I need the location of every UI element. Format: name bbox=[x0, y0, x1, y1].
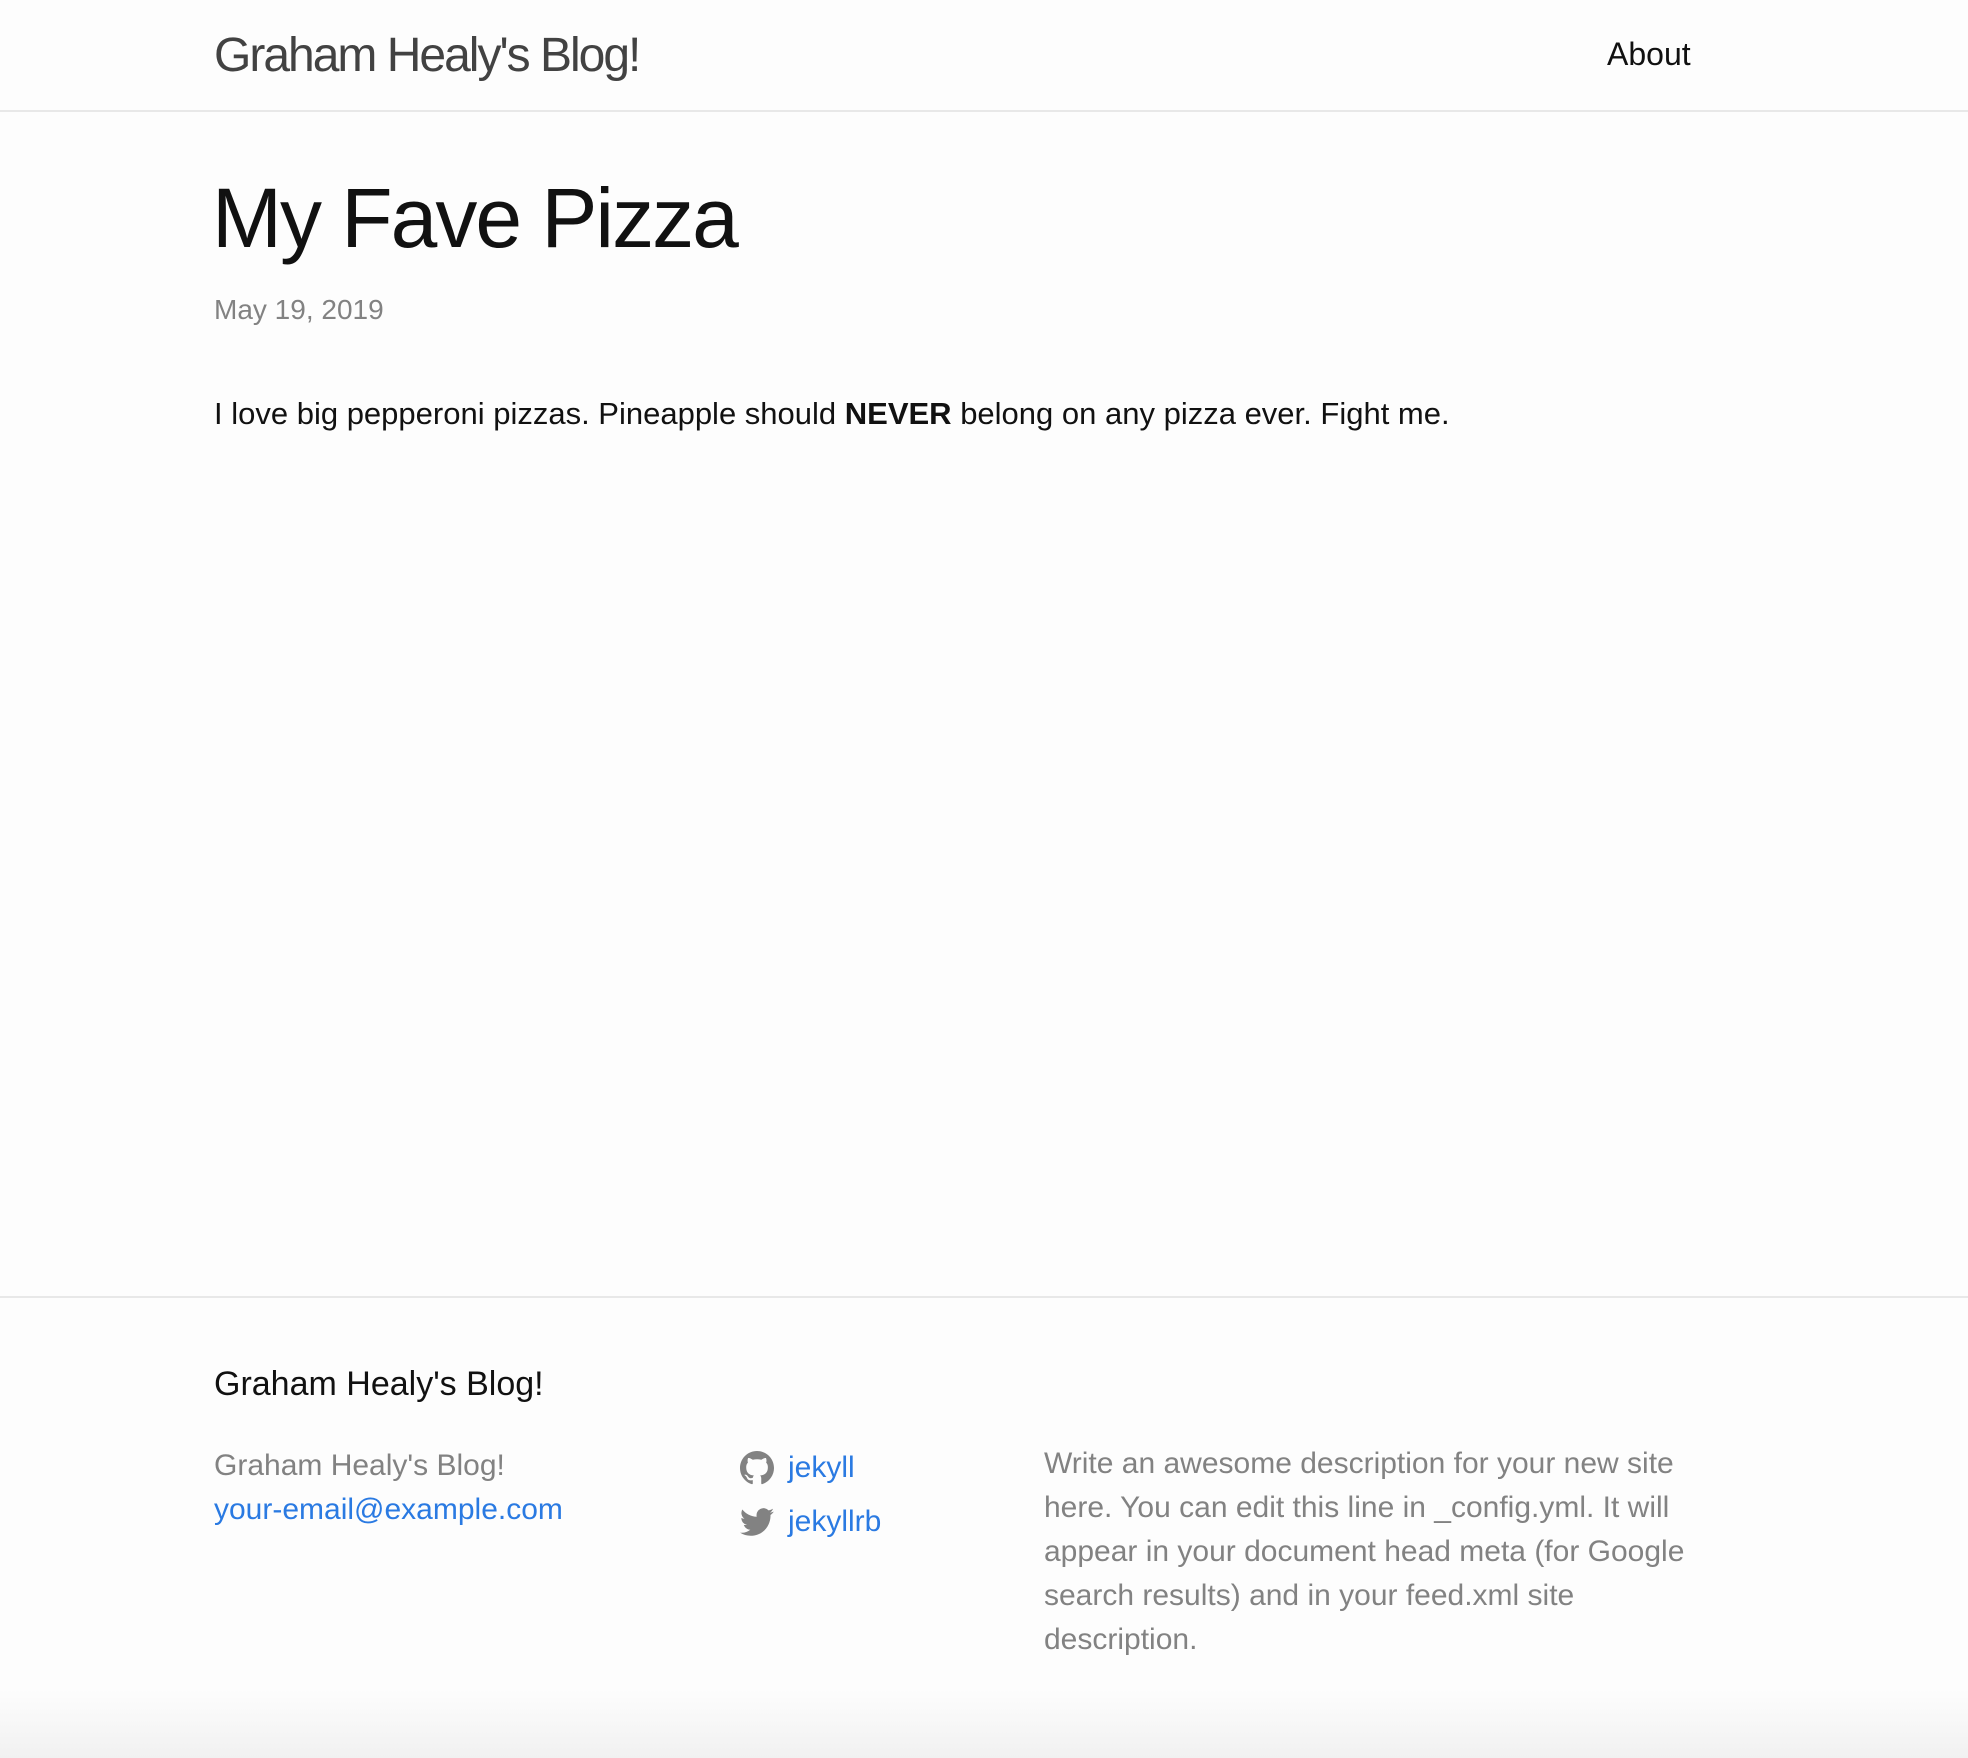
social-item-twitter[interactable]: jekyllrb bbox=[740, 1500, 881, 1544]
twitter-icon bbox=[740, 1505, 774, 1539]
post-body: I love big pepperoni pizzas. Pineapple s… bbox=[214, 394, 1450, 434]
post-body-strong: NEVER bbox=[844, 396, 952, 431]
post-title: My Fave Pizza bbox=[212, 171, 739, 265]
nav-link-about[interactable]: About bbox=[1607, 34, 1691, 74]
post-body-text-after: belong on any pizza ever. Fight me. bbox=[951, 396, 1450, 431]
post-date: May 19, 2019 bbox=[214, 294, 384, 325]
footer-heading: Graham Healy's Blog! bbox=[214, 1365, 544, 1403]
site-description: Write an awesome description for your ne… bbox=[1044, 1447, 1685, 1656]
social-item-github[interactable]: jekyll bbox=[740, 1446, 881, 1490]
github-icon bbox=[740, 1451, 774, 1485]
footer-email-link[interactable]: your-email@example.com bbox=[214, 1488, 563, 1532]
footer-contact-name: Graham Healy's Blog! bbox=[214, 1449, 505, 1482]
footer-contact: Graham Healy's Blog! your-email@example.… bbox=[214, 1444, 563, 1532]
site-footer: Graham Healy's Blog! Graham Healy's Blog… bbox=[0, 1296, 1968, 1758]
site-title-link[interactable]: Graham Healy's Blog! bbox=[214, 26, 641, 86]
social-link-jekyllrb[interactable]: jekyllrb bbox=[788, 1500, 881, 1544]
social-link-jekyll[interactable]: jekyll bbox=[788, 1446, 855, 1490]
site-header: Graham Healy's Blog! About bbox=[0, 0, 1968, 112]
footer-social: jekyll jekyllrb bbox=[740, 1446, 881, 1554]
post-body-text-before: I love big pepperoni pizzas. Pineapple s… bbox=[214, 396, 845, 431]
